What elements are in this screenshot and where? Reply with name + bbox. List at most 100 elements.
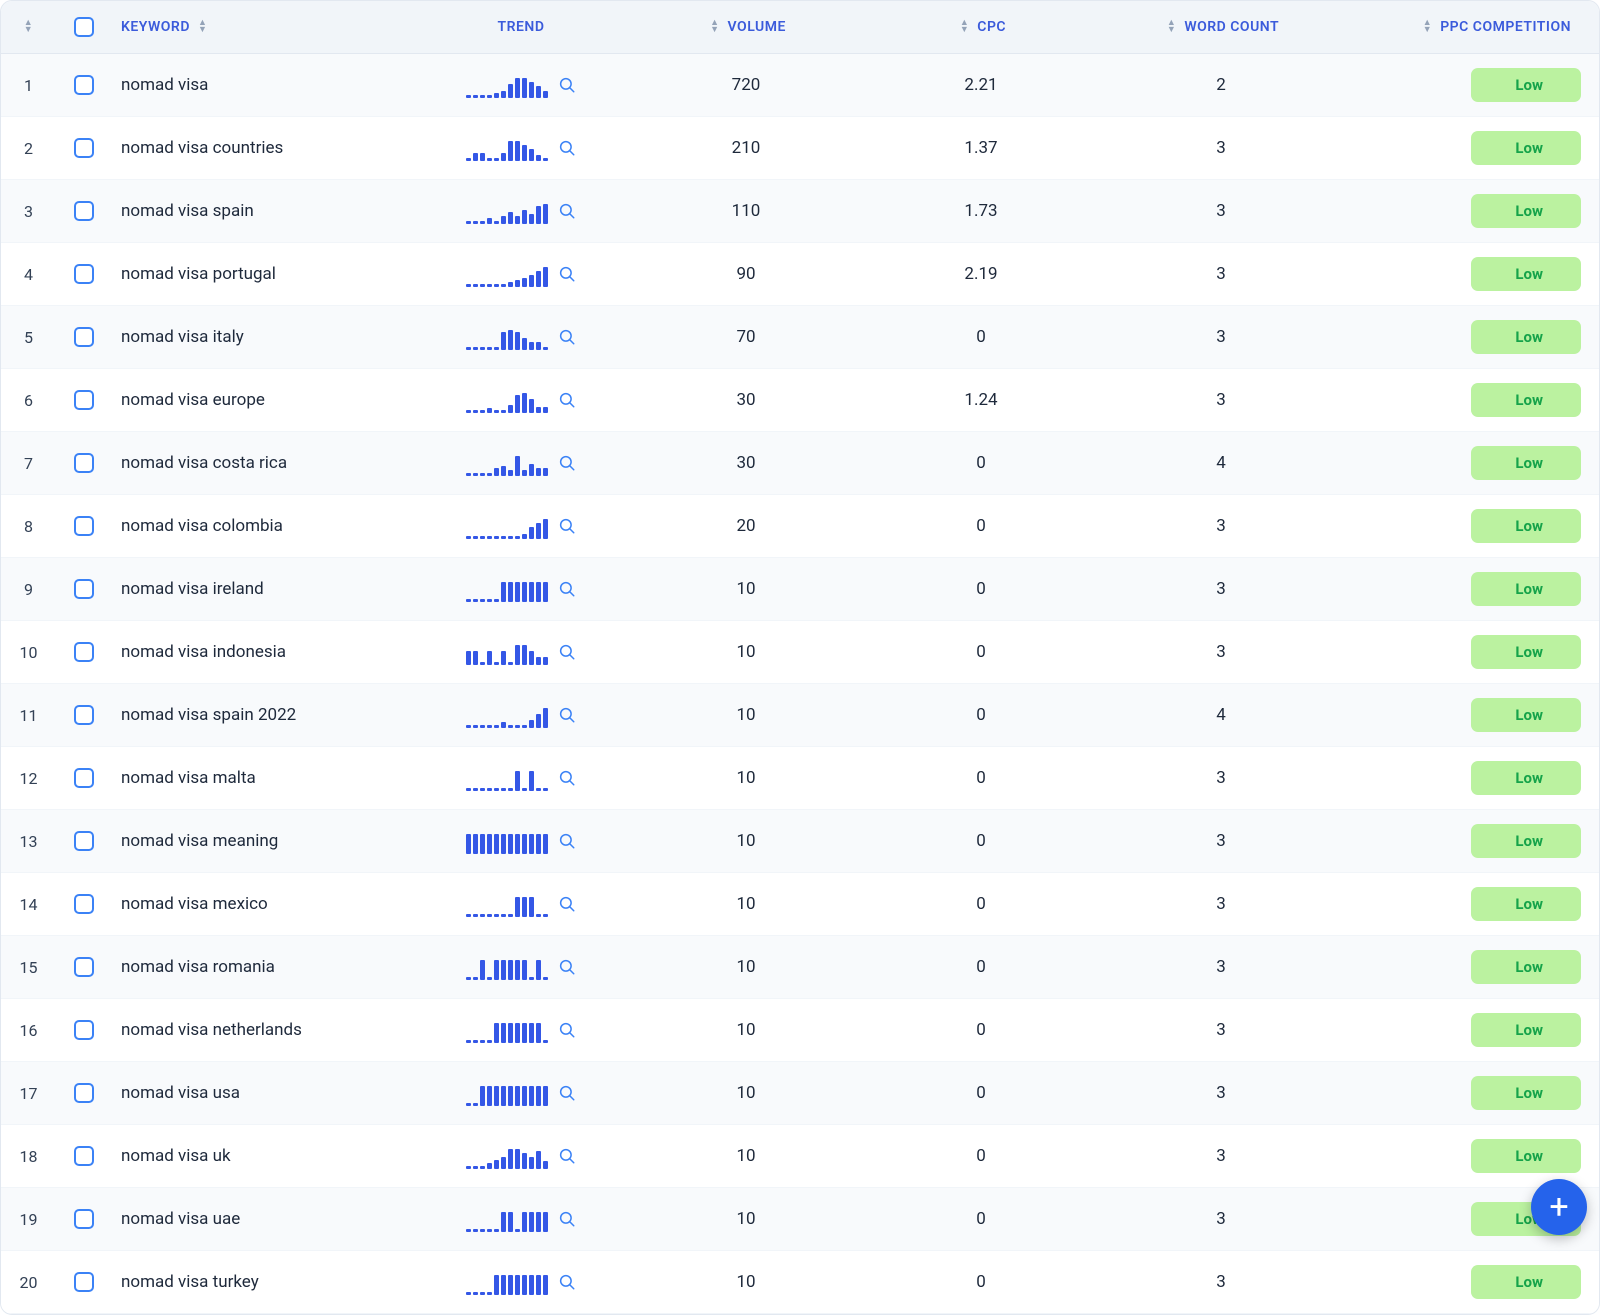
keyword-cell[interactable]: nomad visa usa bbox=[111, 1062, 421, 1125]
table-row: 18nomad visa uk1003Low bbox=[1, 1125, 1600, 1188]
col-ppc-header[interactable]: ▲▼ PPC COMPETITION bbox=[1351, 1, 1600, 54]
row-checkbox[interactable] bbox=[74, 1272, 94, 1292]
keyword-cell[interactable]: nomad visa spain bbox=[111, 180, 421, 243]
search-icon[interactable] bbox=[558, 706, 576, 724]
keyword-cell[interactable]: nomad visa malta bbox=[111, 747, 421, 810]
row-checkbox[interactable] bbox=[74, 705, 94, 725]
keyword-header-label: KEYWORD bbox=[121, 19, 190, 35]
row-checkbox[interactable] bbox=[74, 1020, 94, 1040]
table-row: 1nomad visa7202.212Low bbox=[1, 54, 1600, 117]
row-index: 1 bbox=[1, 54, 56, 117]
row-checkbox[interactable] bbox=[74, 1146, 94, 1166]
trend-sparkline bbox=[466, 1206, 548, 1232]
table-row: 17nomad visa usa1003Low bbox=[1, 1062, 1600, 1125]
row-checkbox[interactable] bbox=[74, 1083, 94, 1103]
keyword-cell[interactable]: nomad visa colombia bbox=[111, 495, 421, 558]
row-checkbox[interactable] bbox=[74, 390, 94, 410]
row-checkbox[interactable] bbox=[74, 894, 94, 914]
search-icon[interactable] bbox=[558, 832, 576, 850]
ppc-cell: Low bbox=[1351, 1125, 1600, 1188]
search-icon[interactable] bbox=[558, 1021, 576, 1039]
keyword-cell[interactable]: nomad visa countries bbox=[111, 117, 421, 180]
col-index-header[interactable]: ▲▼ bbox=[1, 1, 56, 54]
trend-sparkline bbox=[466, 891, 548, 917]
search-icon[interactable] bbox=[558, 580, 576, 598]
keyword-cell[interactable]: nomad visa costa rica bbox=[111, 432, 421, 495]
keyword-cell[interactable]: nomad visa turkey bbox=[111, 1251, 421, 1314]
trend-sparkline bbox=[466, 1143, 548, 1169]
ppc-cell: Low bbox=[1351, 117, 1600, 180]
cpc-cell: 0 bbox=[871, 432, 1091, 495]
keyword-cell[interactable]: nomad visa indonesia bbox=[111, 621, 421, 684]
search-icon[interactable] bbox=[558, 265, 576, 283]
col-keyword-header[interactable]: KEYWORD ▲▼ bbox=[111, 1, 421, 54]
row-checkbox[interactable] bbox=[74, 768, 94, 788]
keyword-cell[interactable]: nomad visa spain 2022 bbox=[111, 684, 421, 747]
search-icon[interactable] bbox=[558, 1210, 576, 1228]
search-icon[interactable] bbox=[558, 895, 576, 913]
keyword-cell[interactable]: nomad visa ireland bbox=[111, 558, 421, 621]
keyword-cell[interactable]: nomad visa italy bbox=[111, 306, 421, 369]
search-icon[interactable] bbox=[558, 202, 576, 220]
ppc-badge: Low bbox=[1471, 383, 1581, 417]
keyword-cell[interactable]: nomad visa uae bbox=[111, 1188, 421, 1251]
row-checkbox[interactable] bbox=[74, 75, 94, 95]
ppc-badge: Low bbox=[1471, 446, 1581, 480]
search-icon[interactable] bbox=[558, 76, 576, 94]
wc-cell: 3 bbox=[1091, 495, 1351, 558]
col-wc-header[interactable]: ▲▼ WORD COUNT bbox=[1091, 1, 1351, 54]
keyword-cell[interactable]: nomad visa mexico bbox=[111, 873, 421, 936]
ppc-badge: Low bbox=[1471, 320, 1581, 354]
cpc-header-label: CPC bbox=[977, 19, 1006, 35]
search-icon[interactable] bbox=[558, 1084, 576, 1102]
row-checkbox[interactable] bbox=[74, 138, 94, 158]
add-button[interactable]: + bbox=[1531, 1179, 1587, 1235]
row-checkbox[interactable] bbox=[74, 579, 94, 599]
search-icon[interactable] bbox=[558, 1273, 576, 1291]
row-checkbox[interactable] bbox=[74, 201, 94, 221]
row-checkbox[interactable] bbox=[74, 831, 94, 851]
col-cpc-header[interactable]: ▲▼ CPC bbox=[871, 1, 1091, 54]
row-checkbox[interactable] bbox=[74, 264, 94, 284]
row-checkbox[interactable] bbox=[74, 516, 94, 536]
search-icon[interactable] bbox=[558, 958, 576, 976]
ppc-badge: Low bbox=[1471, 257, 1581, 291]
keyword-cell[interactable]: nomad visa romania bbox=[111, 936, 421, 999]
keyword-cell[interactable]: nomad visa meaning bbox=[111, 810, 421, 873]
trend-sparkline bbox=[466, 261, 548, 287]
row-checkbox[interactable] bbox=[74, 1209, 94, 1229]
cpc-cell: 0 bbox=[871, 684, 1091, 747]
keyword-cell[interactable]: nomad visa netherlands bbox=[111, 999, 421, 1062]
cpc-cell: 0 bbox=[871, 936, 1091, 999]
select-all-checkbox[interactable] bbox=[74, 17, 94, 37]
volume-cell: 10 bbox=[621, 810, 871, 873]
trend-cell bbox=[421, 243, 621, 306]
row-checkbox[interactable] bbox=[74, 957, 94, 977]
search-icon[interactable] bbox=[558, 139, 576, 157]
search-icon[interactable] bbox=[558, 1147, 576, 1165]
ppc-badge: Low bbox=[1471, 1013, 1581, 1047]
search-icon[interactable] bbox=[558, 391, 576, 409]
row-checkbox-cell bbox=[56, 180, 111, 243]
search-icon[interactable] bbox=[558, 769, 576, 787]
keyword-cell[interactable]: nomad visa portugal bbox=[111, 243, 421, 306]
table-row: 12nomad visa malta1003Low bbox=[1, 747, 1600, 810]
col-volume-header[interactable]: ▲▼ VOLUME bbox=[621, 1, 871, 54]
keyword-cell[interactable]: nomad visa bbox=[111, 54, 421, 117]
wc-cell: 2 bbox=[1091, 54, 1351, 117]
search-icon[interactable] bbox=[558, 517, 576, 535]
ppc-badge: Low bbox=[1471, 824, 1581, 858]
row-checkbox[interactable] bbox=[74, 453, 94, 473]
volume-cell: 10 bbox=[621, 999, 871, 1062]
trend-sparkline bbox=[466, 702, 548, 728]
row-checkbox[interactable] bbox=[74, 327, 94, 347]
trend-cell bbox=[421, 306, 621, 369]
search-icon[interactable] bbox=[558, 328, 576, 346]
row-checkbox[interactable] bbox=[74, 642, 94, 662]
trend-sparkline bbox=[466, 513, 548, 539]
table-row: 10nomad visa indonesia1003Low bbox=[1, 621, 1600, 684]
search-icon[interactable] bbox=[558, 643, 576, 661]
keyword-cell[interactable]: nomad visa europe bbox=[111, 369, 421, 432]
search-icon[interactable] bbox=[558, 454, 576, 472]
keyword-cell[interactable]: nomad visa uk bbox=[111, 1125, 421, 1188]
